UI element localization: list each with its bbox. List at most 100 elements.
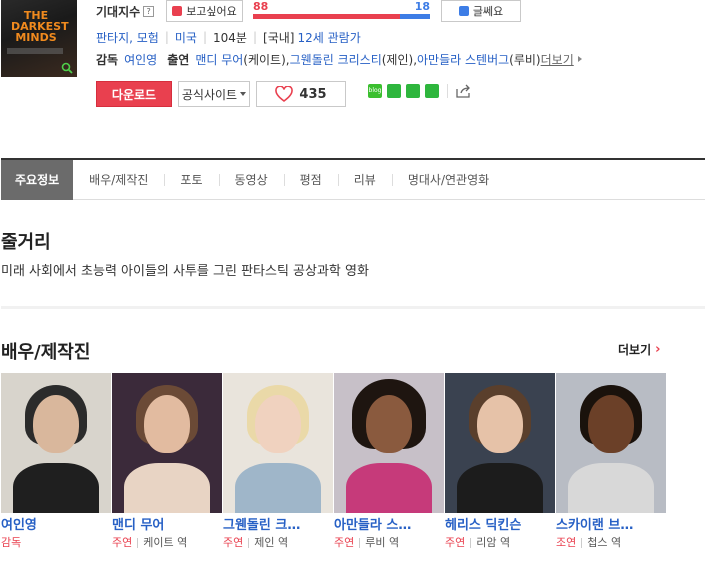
poster-title: THE DARKEST MINDS (11, 9, 69, 44)
cast-link-1[interactable]: 맨디 무어 (195, 51, 243, 68)
cast-card[interactable]: 맨디 무어 주연 케이트 역 (112, 373, 223, 551)
magnify-icon[interactable] (61, 62, 73, 74)
cast-role-type: 주연 (334, 536, 355, 549)
cast-role: 주연 리암 역 (445, 535, 556, 551)
cast-name[interactable]: 여인영 (1, 517, 112, 535)
cast-character: 리암 역 (476, 536, 511, 549)
tab-quotes[interactable]: 명대사/연관영화 (391, 160, 505, 200)
cast-photo[interactable] (223, 373, 333, 513)
cast-role: 감독 (1, 535, 112, 551)
memo-icon[interactable] (425, 84, 439, 98)
dislike-button-label: 글쎄요 (472, 5, 504, 18)
cast-name[interactable]: 맨디 무어 (112, 517, 223, 535)
like-count: 435 (299, 86, 327, 102)
cast-role: 주연 케이트 역 (112, 535, 223, 551)
cast-name[interactable]: 아만들라 스… (334, 517, 445, 535)
cast-card[interactable]: 그웬돌린 크… 주연 제인 역 (223, 373, 334, 551)
want-count: 88 (253, 0, 269, 13)
tab-cast[interactable]: 배우/제작진 (73, 160, 164, 200)
cast-role-3: (루비) (509, 52, 541, 67)
cast-role-type: 주연 (223, 536, 244, 549)
cast-role-2: (제인), (381, 52, 418, 67)
share-icons: blog (368, 84, 472, 98)
tab-photo[interactable]: 포토 (164, 160, 218, 200)
want-button[interactable]: 보고싶어요 (166, 0, 243, 22)
cast-name[interactable]: 그웬돌린 크… (223, 517, 334, 535)
want-button-label: 보고싶어요 (186, 5, 237, 18)
bookmark-icon[interactable] (406, 84, 420, 98)
heart-icon (275, 86, 294, 102)
cast-link-2[interactable]: 그웬돌린 크리스티 (290, 51, 382, 68)
cast-role-type: 주연 (445, 536, 466, 549)
help-icon[interactable]: ? (143, 5, 155, 17)
cast-photo[interactable] (1, 373, 111, 513)
cast-role: 주연 제인 역 (223, 535, 334, 551)
cast-link-3[interactable]: 아만들라 스텐버그 (417, 51, 509, 68)
like-button[interactable]: 435 (256, 81, 346, 107)
cast-section-title: 배우/제작진 (1, 342, 91, 363)
credits-more-link[interactable]: 더보기 (541, 51, 574, 68)
tab-video[interactable]: 동영상 (218, 160, 284, 200)
cast-name[interactable]: 헤리스 딕킨슨 (445, 517, 556, 535)
cast-photo[interactable] (556, 373, 666, 513)
cast-card[interactable]: 헤리스 딕킨슨 주연 리암 역 (445, 373, 556, 551)
rating-link[interactable]: 12세 관람가 (297, 29, 360, 46)
official-site-button[interactable]: 공식사이트 (178, 81, 250, 107)
divider (447, 84, 448, 98)
synopsis-text: 미래 사회에서 초능력 아이들의 사투를 그린 판타스틱 공상과학 영화 (1, 264, 369, 279)
movie-poster[interactable]: THE DARKEST MINDS (1, 0, 77, 77)
download-button[interactable]: 다운로드 (96, 81, 172, 107)
tab-rating[interactable]: 평점 (283, 160, 338, 200)
cast-name[interactable]: 스카이랜 브… (556, 517, 667, 535)
gauge-fill (253, 14, 400, 19)
cast-role-type: 조연 (556, 536, 577, 549)
cafe-icon[interactable] (387, 84, 401, 98)
cast-character: 제인 역 (254, 536, 289, 549)
tab-main-info[interactable]: 주요정보 (1, 159, 74, 200)
dislike-count: 18 (414, 0, 430, 13)
cast-photo[interactable] (445, 373, 555, 513)
chevron-right-icon (577, 56, 582, 62)
anticipation-label: 기대지수 (96, 4, 141, 19)
cast-character: 루비 역 (365, 536, 400, 549)
cast-list: 여인영 감독 맨디 무어 주연 케이트 역 그웬돌린 크… 주연 제인 역 아만들라… (1, 373, 667, 551)
cast-more-label: 더보기 (618, 343, 652, 357)
gauge-bar (253, 14, 430, 19)
cast-photo[interactable] (112, 373, 222, 513)
thumbs-down-icon (458, 6, 469, 16)
divider: | (164, 30, 169, 44)
dislike-button[interactable]: 글쎄요 (441, 0, 521, 22)
divider: | (202, 30, 208, 44)
cast-label: 출연 (167, 52, 190, 67)
cast-card[interactable]: 스카이랜 브… 조연 첩스 역 (556, 373, 667, 551)
cast-more-link[interactable]: 더보기 › (618, 341, 660, 358)
cast-photo[interactable] (334, 373, 444, 513)
caret-down-icon (240, 92, 247, 96)
poster-subtitle-band (7, 48, 63, 54)
director-link[interactable]: 여인영 (124, 51, 157, 68)
cast-role-type: 주연 (112, 536, 133, 549)
anticipation-row: 기대지수 ? (96, 0, 155, 22)
cast-character: 케이트 역 (143, 536, 188, 549)
blog-icon[interactable]: blog (368, 84, 382, 98)
cast-role: 조연 첩스 역 (556, 535, 667, 551)
divider: | (252, 30, 258, 44)
cast-role: 주연 루비 역 (334, 535, 445, 551)
cast-character: 첩스 역 (587, 536, 622, 549)
cast-role-type: 감독 (1, 536, 22, 549)
section-divider (1, 306, 705, 309)
movie-meta: 판타지, 모험 | 미국 | 104분 | [국내] 12세 관람가 (96, 29, 361, 45)
genre-link[interactable]: 판타지, 모험 (96, 29, 159, 46)
country-link[interactable]: 미국 (175, 29, 197, 46)
synopsis-title: 줄거리 (1, 232, 51, 253)
credits-line: 감독 여인영 출연 맨디 무어 (케이트), 그웬돌린 크리스티 (제인), 아만들… (96, 51, 582, 67)
cast-role-1: (케이트), (243, 52, 290, 67)
tab-review[interactable]: 리뷰 (337, 160, 392, 200)
cast-card[interactable]: 여인영 감독 (1, 373, 112, 551)
anticipation-gauge: 88 18 (253, 0, 430, 20)
thumbs-up-icon (172, 6, 183, 16)
cast-card[interactable]: 아만들라 스… 주연 루비 역 (334, 373, 445, 551)
share-icon[interactable] (456, 84, 472, 98)
chevron-right-icon: › (655, 342, 661, 357)
rating-prefix: [국내] (263, 30, 295, 45)
